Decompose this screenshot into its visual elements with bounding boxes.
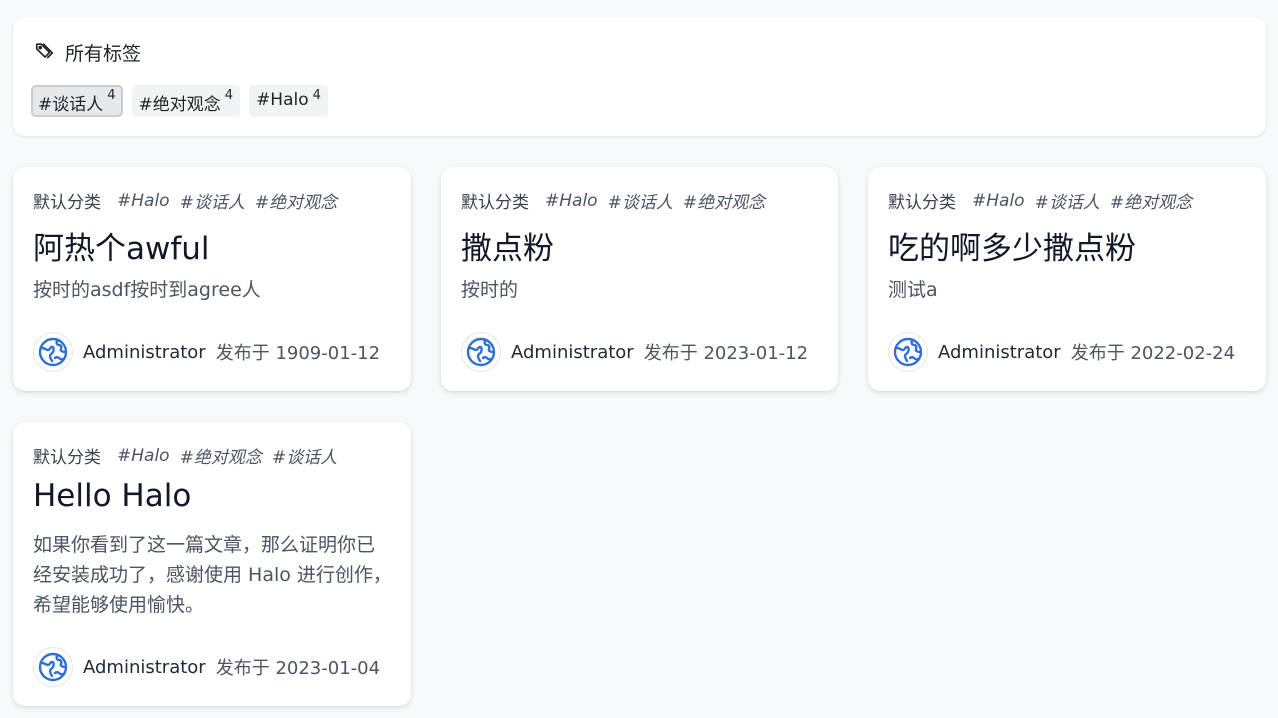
tags-panel: 所有标签 #谈话人 4 #绝对观念 4 #Halo 4 [13, 17, 1266, 136]
post-meta: 默认分类 #Halo #绝对观念 #谈话人 [33, 443, 347, 469]
post-category-link[interactable]: 默认分类 [33, 188, 101, 213]
post-card[interactable]: 默认分类 #Halo #谈话人 #绝对观念 阿热个awful 按时的asdf按时… [13, 167, 411, 391]
tags-header: 所有标签 [34, 39, 141, 65]
globe-icon [38, 652, 68, 682]
tag-chip-absolute-idea[interactable]: #绝对观念 4 [131, 85, 241, 117]
author-name[interactable]: Administrator [511, 342, 634, 363]
tag-list: #谈话人 4 #绝对观念 4 #Halo 4 [31, 85, 328, 117]
post-tag-link[interactable]: #Halo [972, 191, 1025, 211]
avatar[interactable] [888, 332, 928, 372]
post-title[interactable]: 阿热个awful [33, 223, 210, 268]
publish-date: 发布于 2022-02-24 [1070, 343, 1236, 364]
tag-chip-label: #谈话人 [38, 95, 104, 115]
post-tag-link[interactable]: #谈话人 [608, 188, 673, 213]
globe-icon [38, 337, 68, 367]
post-meta: 默认分类 #Halo #谈话人 #绝对观念 [33, 188, 347, 214]
post-excerpt: 如果你看到了这一篇文章，那么证明你已经安装成功了，感谢使用 Halo 进行创作，… [33, 534, 392, 616]
post-tag-link[interactable]: #绝对观念 [683, 188, 765, 213]
tag-chip-count: 4 [312, 88, 321, 103]
post-title[interactable]: 撒点粉 [461, 223, 554, 268]
author-name[interactable]: Administrator [83, 657, 206, 678]
post-excerpt: 按时的asdf按时到agree人 [33, 279, 261, 301]
post-title[interactable]: Hello Halo [33, 478, 191, 514]
tag-chip-talker[interactable]: #谈话人 4 [31, 85, 123, 117]
post-category-link[interactable]: 默认分类 [888, 188, 956, 213]
avatar[interactable] [33, 332, 73, 372]
post-tag-link[interactable]: #绝对观念 [180, 443, 262, 468]
post-category-link[interactable]: 默认分类 [33, 443, 101, 468]
post-card[interactable]: 默认分类 #Halo #谈话人 #绝对观念 吃的啊多少撒点粉 测试a Admin… [868, 167, 1266, 391]
post-author: Administrator 发布于 2023-01-04 [33, 647, 380, 687]
tag-chip-count: 4 [107, 88, 116, 103]
post-tag-link[interactable]: #谈话人 [180, 188, 245, 213]
post-category-link[interactable]: 默认分类 [461, 188, 529, 213]
avatar[interactable] [461, 332, 501, 372]
post-author: Administrator 发布于 2022-02-24 [888, 332, 1235, 372]
tags-panel-title: 所有标签 [65, 42, 142, 65]
post-meta: 默认分类 #Halo #谈话人 #绝对观念 [461, 188, 775, 214]
post-excerpt: 按时的 [461, 279, 519, 301]
post-tag-link[interactable]: #绝对观念 [255, 188, 337, 213]
post-tag-link[interactable]: #谈话人 [272, 443, 337, 468]
post-meta: 默认分类 #Halo #谈话人 #绝对观念 [888, 188, 1202, 214]
post-card[interactable]: 默认分类 #Halo #谈话人 #绝对观念 撒点粉 按时的 Administra… [441, 167, 838, 391]
post-author: Administrator 发布于 2023-01-12 [461, 332, 808, 372]
post-title[interactable]: 吃的啊多少撒点粉 [888, 223, 1136, 268]
tag-chip-label: #绝对观念 [138, 95, 221, 115]
post-tag-link[interactable]: #Halo [545, 191, 598, 211]
globe-icon [893, 337, 923, 367]
publish-date: 发布于 2023-01-04 [215, 658, 381, 679]
post-tag-link[interactable]: #绝对观念 [1110, 188, 1192, 213]
globe-icon [466, 337, 496, 367]
post-card[interactable]: 默认分类 #Halo #绝对观念 #谈话人 Hello Halo 如果你看到了这… [13, 422, 411, 706]
post-tag-link[interactable]: #Halo [117, 446, 170, 466]
post-excerpt: 测试a [888, 279, 938, 301]
post-tag-link[interactable]: #谈话人 [1035, 188, 1100, 213]
post-tag-link[interactable]: #Halo [117, 191, 170, 211]
author-name[interactable]: Administrator [938, 342, 1061, 363]
tag-chip-label: #Halo [256, 90, 309, 110]
tag-chip-halo[interactable]: #Halo 4 [249, 85, 328, 117]
tags-icon [34, 41, 56, 63]
author-name[interactable]: Administrator [83, 342, 206, 363]
publish-date: 发布于 2023-01-12 [643, 343, 809, 364]
avatar[interactable] [33, 647, 73, 687]
publish-date: 发布于 1909-01-12 [215, 343, 381, 364]
tag-chip-count: 4 [224, 88, 234, 103]
post-author: Administrator 发布于 1909-01-12 [33, 332, 380, 372]
